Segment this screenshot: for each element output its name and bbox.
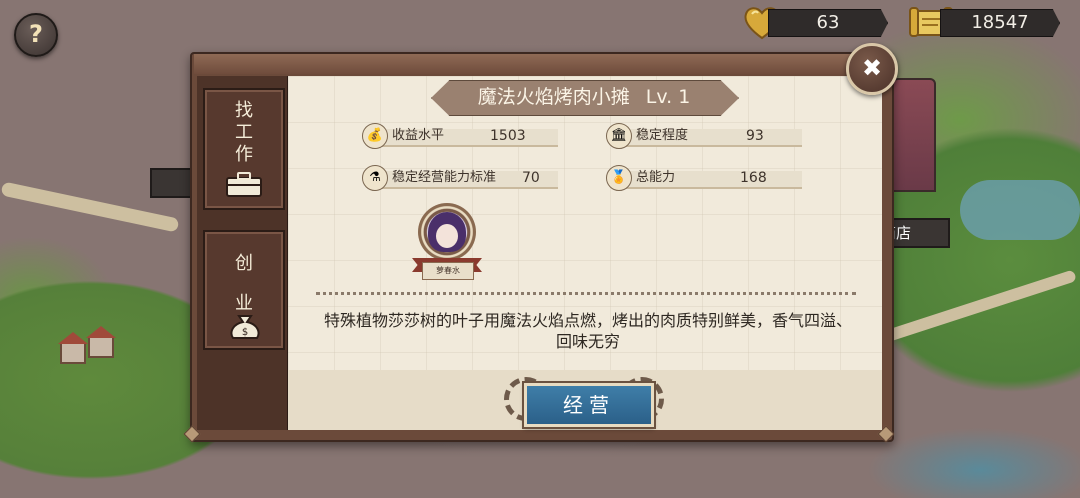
hearts-counter: 63 <box>768 9 888 37</box>
stat-label: 稳定程度 <box>636 128 689 143</box>
stat-label: 稳定经营能力标准 <box>392 170 497 185</box>
medal-icon: 🏅 <box>606 165 632 191</box>
dotted-divider <box>316 292 856 295</box>
money-sack-icon: 💰 <box>362 123 388 149</box>
stat-value: 1503 <box>490 128 526 144</box>
dialog-top-bar <box>194 54 886 74</box>
flask-icon: ⚗ <box>362 165 388 191</box>
stat-value: 70 <box>522 170 540 186</box>
stat-stability: 🏛 稳定程度 93 <box>606 123 802 149</box>
character-name: 萝春水 <box>422 262 474 280</box>
map-building[interactable] <box>892 78 936 192</box>
shop-description: 特殊植物莎莎树的叶子用魔法火焰点燃，烤出的肉质特别鲜美，香气四溢、回味无穷 <box>323 311 852 351</box>
map-house <box>58 332 88 364</box>
character-portrait[interactable] <box>428 212 466 252</box>
svg-text:$: $ <box>242 327 248 338</box>
stat-income: 💰 收益水平 1503 <box>362 123 558 149</box>
briefcase-icon <box>226 172 262 197</box>
stat-standard: ⚗ 稳定经营能力标准 70 <box>362 165 558 191</box>
shop-level: Lv. 1 <box>645 86 691 108</box>
bank-icon: 🏛 <box>606 123 632 149</box>
map-road <box>883 269 1077 343</box>
find-job-label: 找工作 <box>235 100 253 165</box>
shop-title: 魔法火焰烤肉小摊 Lv. 1 <box>431 80 737 114</box>
money-bag-icon: $ <box>230 315 260 339</box>
shop-name: 魔法火焰烤肉小摊 <box>477 86 630 108</box>
help-button[interactable]: ? <box>14 13 58 57</box>
close-button[interactable]: ✖ <box>846 43 898 95</box>
manage-button[interactable]: 经营 <box>522 381 656 429</box>
find-job-tab[interactable]: 找工作 <box>203 88 285 210</box>
stat-total: 🏅 总能力 168 <box>606 165 802 191</box>
stat-label: 总能力 <box>636 170 676 185</box>
stat-value: 93 <box>746 128 764 144</box>
map-river <box>960 180 1080 240</box>
coins-counter: 18547 <box>940 9 1060 37</box>
stat-label: 收益水平 <box>392 128 445 143</box>
map-house <box>86 326 116 358</box>
start-business-tab[interactable]: 创业 $ <box>203 230 285 350</box>
stat-value: 168 <box>740 170 767 186</box>
